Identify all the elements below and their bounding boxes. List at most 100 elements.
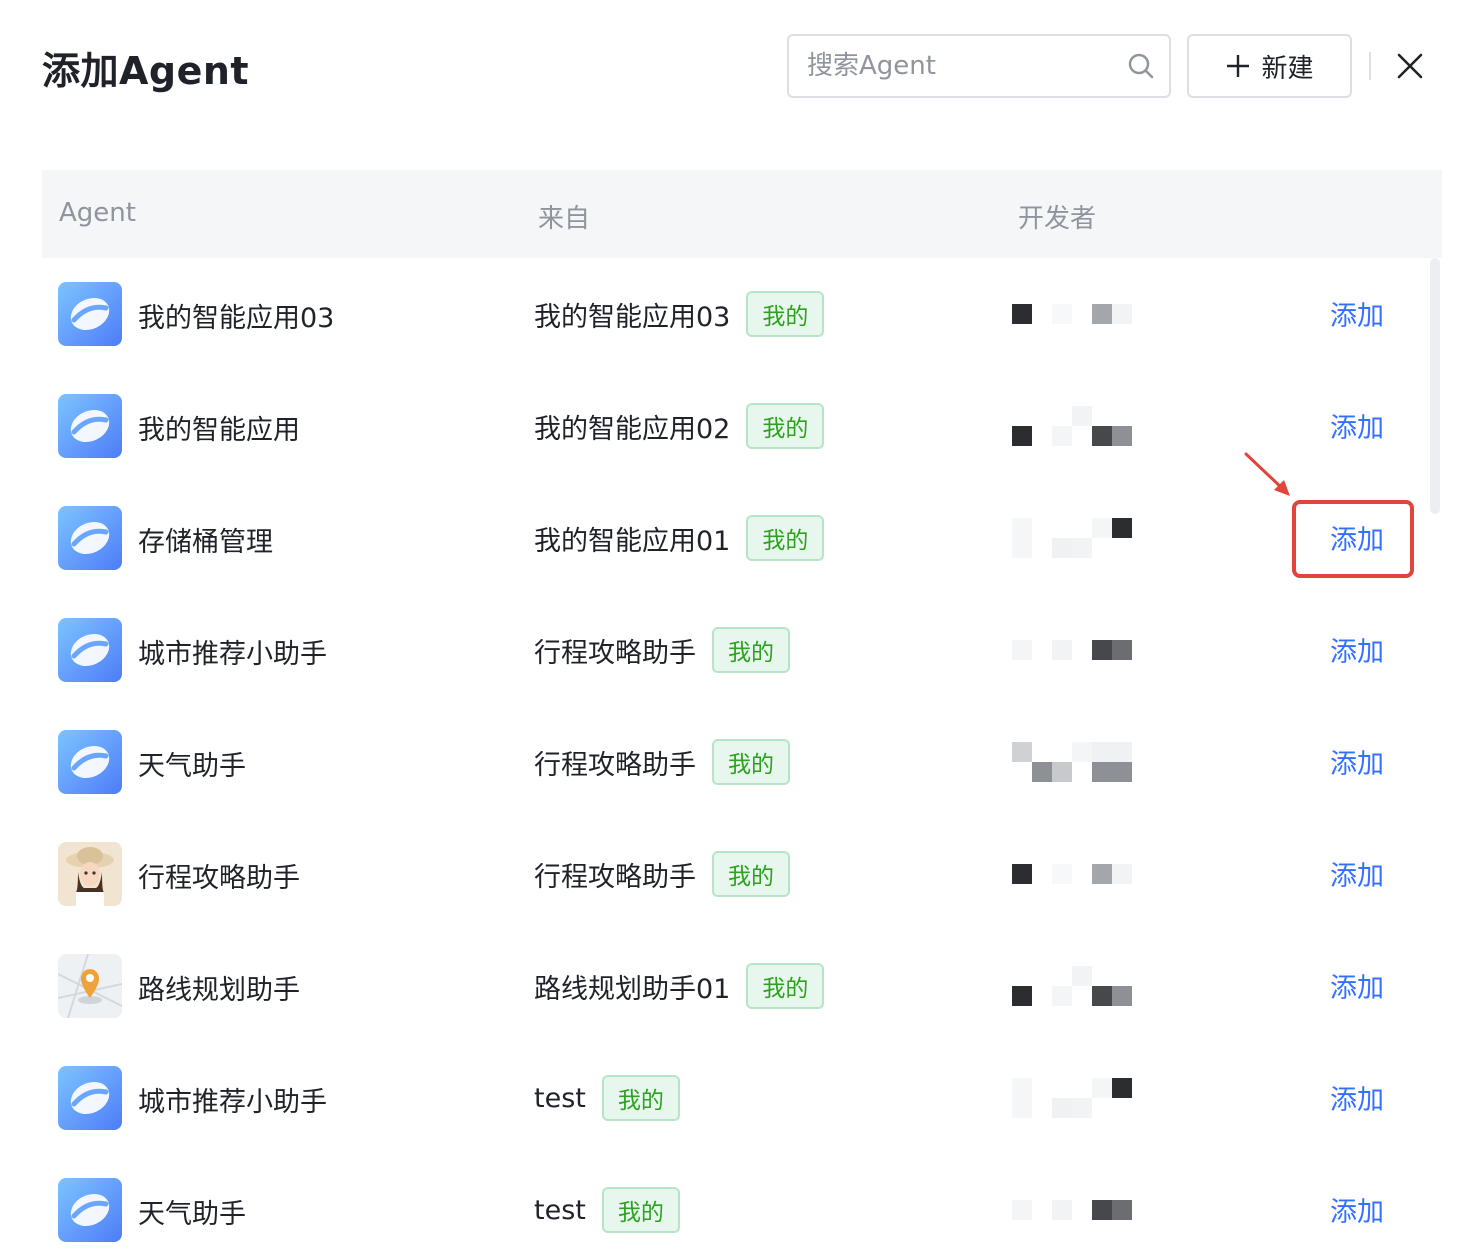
mosaic-block (1092, 518, 1112, 538)
table-header: Agent 来自 开发者 (42, 170, 1442, 258)
agent-source: 行程攻略助手 我的 (534, 624, 790, 676)
agent-name: 天气助手 (138, 1199, 246, 1230)
plus-icon (1227, 55, 1250, 77)
mine-tag: 我的 (712, 627, 790, 673)
add-agent-button[interactable]: 添加 (1330, 518, 1384, 557)
agent-source: 我的智能应用02 我的 (534, 400, 825, 452)
agent-name: 路线规划助手 (138, 975, 300, 1006)
search-box[interactable] (787, 34, 1171, 98)
add-agent-button[interactable]: 添加 (1330, 1078, 1384, 1117)
mosaic-block (1012, 742, 1032, 762)
add-agent-button[interactable]: 添加 (1330, 1190, 1384, 1229)
mosaic-block (1112, 426, 1132, 446)
add-agent-button[interactable]: 添加 (1330, 406, 1384, 445)
source-name: test (534, 1082, 586, 1114)
developer-avatar-mosaic (1012, 854, 1142, 894)
table-row: 天气助手 test 我的 添加 (42, 1154, 1442, 1256)
mosaic-block (1112, 864, 1132, 884)
mosaic-block (1072, 966, 1092, 986)
agent-logo-icon (58, 730, 122, 794)
table-row: 我的智能应用03 我的智能应用03 我的 添加 (42, 258, 1442, 370)
mosaic-block (1112, 762, 1132, 782)
mosaic-block (1012, 1098, 1032, 1118)
mosaic-block (1112, 304, 1132, 324)
mosaic-block (1092, 426, 1112, 446)
agent-logo-icon (58, 618, 122, 682)
map-pin-icon (58, 954, 122, 1018)
agent-logo-icon (58, 1178, 122, 1242)
table-row: 路线规划助手 路线规划助手01 我的 添加 (42, 930, 1442, 1042)
header-developer: 开发者 (1018, 204, 1097, 234)
agent-source: 我的智能应用01 我的 (534, 512, 825, 564)
developer-avatar-mosaic (1012, 1190, 1142, 1230)
agent-source: 行程攻略助手 我的 (534, 736, 790, 788)
mosaic-block (1112, 518, 1132, 538)
mine-tag: 我的 (746, 963, 825, 1009)
developer-avatar-mosaic (1012, 1078, 1142, 1118)
add-agent-button[interactable]: 添加 (1330, 294, 1384, 333)
dialog-header: 添加Agent 新建 (0, 0, 1482, 130)
mosaic-block (1092, 742, 1112, 762)
agent-source: test 我的 (534, 1184, 680, 1236)
mosaic-block (1012, 1078, 1032, 1098)
mosaic-block (1112, 1078, 1132, 1098)
add-agent-button[interactable]: 添加 (1330, 742, 1384, 781)
table-row: 存储桶管理 我的智能应用01 我的 添加 (42, 482, 1442, 594)
mine-tag: 我的 (746, 515, 825, 561)
table-row: 行程攻略助手 行程攻略助手 我的 添加 (42, 818, 1442, 930)
mosaic-block (1012, 538, 1032, 558)
mosaic-block (1052, 986, 1072, 1006)
add-agent-button[interactable]: 添加 (1330, 966, 1384, 1005)
new-agent-button[interactable]: 新建 (1187, 34, 1352, 98)
add-agent-button[interactable]: 添加 (1330, 630, 1384, 669)
mosaic-block (1092, 640, 1112, 660)
developer-avatar-mosaic (1012, 406, 1142, 446)
agent-name: 城市推荐小助手 (138, 639, 327, 670)
scrollbar[interactable] (1430, 258, 1440, 514)
mine-tag: 我的 (712, 851, 790, 897)
source-name: 我的智能应用03 (534, 301, 731, 333)
mosaic-block (1052, 640, 1072, 660)
developer-avatar-mosaic (1012, 294, 1142, 334)
mine-tag: 我的 (601, 1075, 680, 1121)
agent-logo-icon (58, 394, 122, 458)
mine-tag: 我的 (746, 291, 825, 337)
mosaic-block (1052, 864, 1072, 884)
agent-name: 城市推荐小助手 (138, 1087, 327, 1118)
mosaic-block (1012, 304, 1032, 324)
mosaic-block (1012, 518, 1032, 538)
source-name: 我的智能应用02 (534, 413, 731, 445)
source-name: 行程攻略助手 (534, 749, 696, 781)
header-divider (1369, 52, 1371, 80)
agent-name: 天气助手 (138, 751, 246, 782)
mine-tag: 我的 (746, 403, 825, 449)
source-name: 行程攻略助手 (534, 861, 696, 893)
developer-avatar-mosaic (1012, 742, 1142, 782)
developer-avatar-mosaic (1012, 518, 1142, 558)
search-input[interactable] (807, 36, 1127, 96)
mosaic-block (1012, 864, 1032, 884)
agent-logo-icon (58, 1066, 122, 1130)
dialog-title: 添加Agent (42, 49, 250, 93)
mosaic-block (1012, 986, 1032, 1006)
agent-source: 路线规划助手01 我的 (534, 960, 825, 1012)
mosaic-block (1112, 640, 1132, 660)
mosaic-block (1092, 304, 1112, 324)
add-agent-button[interactable]: 添加 (1330, 854, 1384, 893)
mosaic-block (1072, 742, 1092, 762)
header-from: 来自 (538, 204, 591, 234)
mosaic-block (1052, 426, 1072, 446)
search-icon[interactable] (1127, 52, 1155, 80)
source-name: 我的智能应用01 (534, 525, 731, 557)
developer-avatar-mosaic (1012, 630, 1142, 670)
mosaic-block (1092, 1200, 1112, 1220)
close-icon[interactable] (1394, 50, 1426, 82)
mosaic-block (1052, 762, 1072, 782)
source-name: 路线规划助手01 (534, 973, 731, 1005)
mosaic-block (1072, 1098, 1092, 1118)
agent-name: 我的智能应用 (138, 415, 300, 446)
mosaic-block (1092, 762, 1112, 782)
mosaic-block (1092, 986, 1112, 1006)
mosaic-block (1012, 426, 1032, 446)
table-row: 城市推荐小助手 行程攻略助手 我的 添加 (42, 594, 1442, 706)
